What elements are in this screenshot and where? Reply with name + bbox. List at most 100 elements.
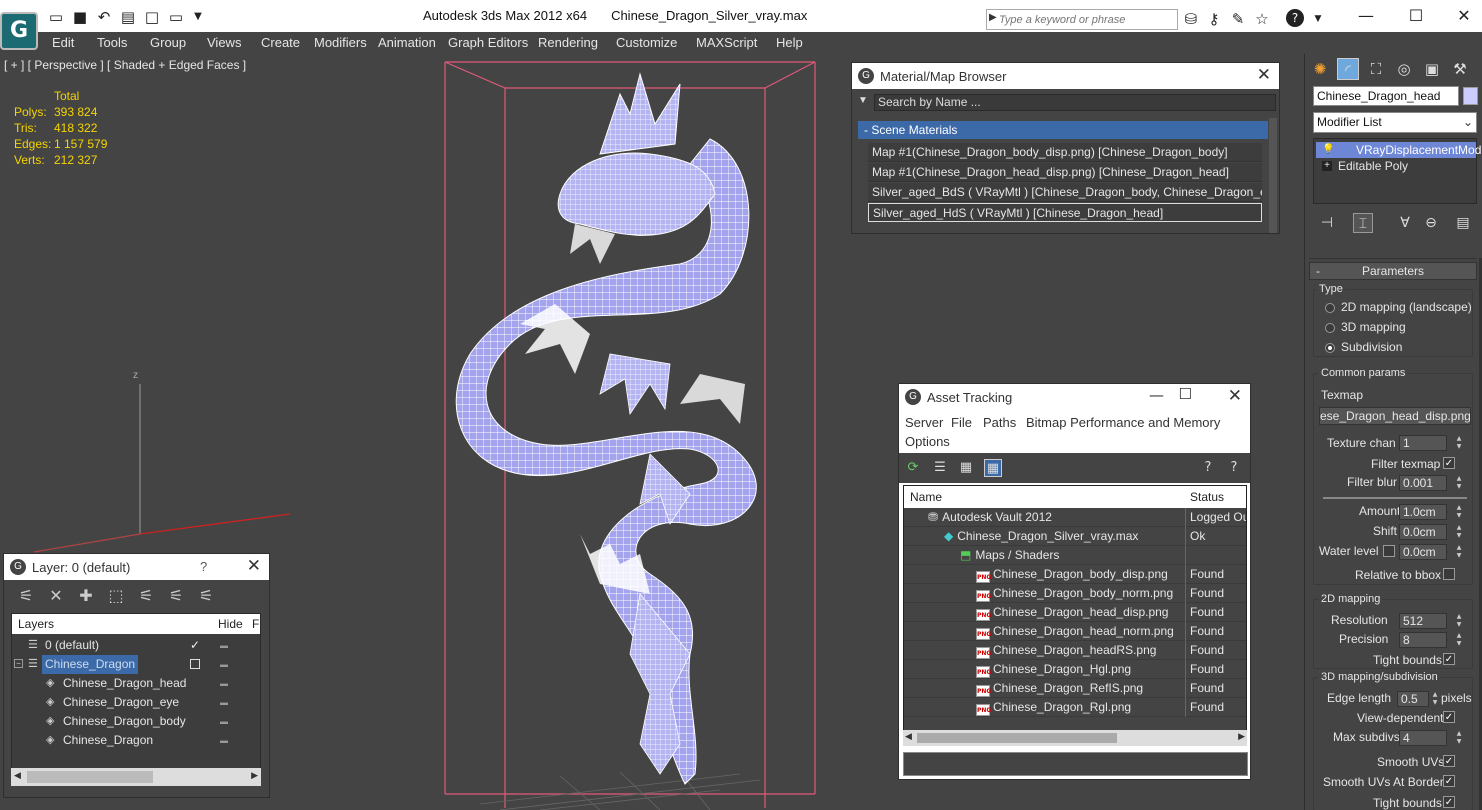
undo-icon[interactable]: ↶ xyxy=(94,8,114,26)
motion-tab-icon[interactable]: ◎ xyxy=(1393,58,1415,80)
spinner-arrows-icon[interactable]: ▲ ▼ xyxy=(1455,730,1463,746)
help-dropdown-icon[interactable]: ▼ xyxy=(1308,9,1328,29)
menu-edit[interactable]: Edit xyxy=(52,35,74,50)
column-freeze[interactable]: F xyxy=(252,617,259,631)
asset-row[interactable]: ⬒ Maps / Shaders xyxy=(904,546,1246,565)
highlight-layer-icon[interactable]: ⚟ xyxy=(136,586,156,606)
spinner-arrows-icon[interactable]: ▲ ▼ xyxy=(1455,544,1463,560)
spinner-arrows-icon[interactable]: ▲ ▼ xyxy=(1455,632,1463,648)
close-icon[interactable]: ✕ xyxy=(1228,386,1242,406)
scroll-thumb[interactable] xyxy=(27,771,153,783)
hide-toggle-icon[interactable]: ▬ xyxy=(220,731,232,750)
asset-row[interactable]: ⛃ Autodesk Vault 2012 Logged Ou xyxy=(904,508,1246,527)
list-view-icon[interactable]: ☰ xyxy=(931,459,949,477)
hide-toggle-icon[interactable]: ▬ xyxy=(220,636,232,655)
filter-texmap-checkbox[interactable]: ✓ xyxy=(1443,457,1455,469)
open-file-icon[interactable]: ▭ xyxy=(46,8,66,26)
quick-access-dropdown-icon[interactable]: ▼ xyxy=(188,8,208,26)
menu-bitmap-performance[interactable]: Bitmap Performance and Memory xyxy=(1026,415,1220,430)
select-objects-icon[interactable]: ⬚ xyxy=(106,586,126,606)
layer-object-row[interactable]: ◈ Chinese_Dragon_body ▬ xyxy=(12,712,260,731)
redo-icon[interactable]: ▭ xyxy=(166,8,186,26)
project-folder-icon[interactable]: ▤ xyxy=(118,8,138,26)
current-layer-check-icon[interactable]: ✓ xyxy=(190,636,200,655)
maximize-icon[interactable]: ☐ xyxy=(1179,385,1192,403)
object-name-field[interactable]: Chinese_Dragon_head xyxy=(1313,86,1459,106)
material-row[interactable]: Map #1(Chinese_Dragon_body_disp.png) [Ch… xyxy=(868,143,1262,162)
spinner-arrows-icon[interactable]: ▲ ▼ xyxy=(1455,435,1463,451)
delete-layer-icon[interactable]: ✕ xyxy=(46,586,66,606)
expand-plus-icon[interactable]: + xyxy=(1322,161,1332,171)
amount-spinner[interactable]: 1.0cm xyxy=(1399,504,1447,520)
communication-center-icon[interactable]: ✎ xyxy=(1228,9,1248,29)
asset-row[interactable]: ◆ Chinese_Dragon_Silver_vray.max Ok xyxy=(904,527,1246,546)
lightbulb-icon[interactable]: 💡 xyxy=(1322,142,1334,158)
scroll-left-icon[interactable]: ◀ xyxy=(14,770,21,781)
view-dependent-checkbox[interactable]: ✓ xyxy=(1443,711,1455,723)
asset-row[interactable]: PNG Chinese_Dragon_Hgl.png Found xyxy=(904,660,1246,679)
table-view-icon[interactable]: ▦ xyxy=(984,459,1002,477)
asset-tracking-titlebar[interactable]: G Asset Tracking — ☐ ✕ xyxy=(899,384,1250,410)
current-layer-toggle-icon[interactable] xyxy=(190,659,200,669)
hide-toggle-icon[interactable]: ▬ xyxy=(220,655,232,674)
texture-chan-spinner[interactable]: 1 xyxy=(1399,435,1447,451)
hide-all-layers-icon[interactable]: ⚟ xyxy=(166,586,186,606)
object-color-swatch[interactable] xyxy=(1463,87,1478,105)
freeze-all-layers-icon[interactable]: ⚟ xyxy=(196,586,216,606)
new-scene-icon[interactable]: □ xyxy=(142,8,162,26)
create-layer-icon[interactable]: ⚟ xyxy=(16,586,36,606)
hide-toggle-icon[interactable]: ▬ xyxy=(220,674,232,693)
asset-row[interactable]: PNG Chinese_Dragon_head_disp.png Found xyxy=(904,603,1246,622)
spinner-arrows-icon[interactable]: ▲ ▼ xyxy=(1455,613,1463,629)
asset-row[interactable]: PNG Chinese_Dragon_headRS.png Found xyxy=(904,641,1246,660)
radio-2d-mapping[interactable] xyxy=(1325,303,1335,313)
layer-list-hscrollbar[interactable]: ◀ ▶ xyxy=(11,768,261,786)
column-status[interactable]: Status xyxy=(1190,490,1224,504)
hierarchy-tab-icon[interactable]: ⛶ xyxy=(1365,58,1387,80)
scroll-right-icon[interactable]: ▶ xyxy=(251,770,258,781)
scroll-thumb[interactable] xyxy=(917,733,1117,743)
scroll-left-icon[interactable]: ◀ xyxy=(905,731,912,742)
edge-length-spinner[interactable]: 0.5 xyxy=(1397,691,1429,707)
add-to-layer-icon[interactable]: ✚ xyxy=(76,586,96,606)
tight-bounds-3d-checkbox[interactable]: ✓ xyxy=(1443,796,1455,808)
layer-manager-titlebar[interactable]: G Layer: 0 (default) ? ✕ xyxy=(4,554,269,580)
minimize-icon[interactable]: — xyxy=(1346,4,1386,28)
help-button[interactable]: ? xyxy=(200,559,207,574)
configure-sets-icon[interactable]: ▤ xyxy=(1453,213,1473,233)
app-logo-icon[interactable]: G xyxy=(0,12,38,50)
display-tab-icon[interactable]: ▣ xyxy=(1421,58,1443,80)
asset-row[interactable]: PNG Chinese_Dragon_RefIS.png Found xyxy=(904,679,1246,698)
menu-file[interactable]: File xyxy=(951,415,972,430)
asset-row[interactable]: PNG Chinese_Dragon_body_norm.png Found xyxy=(904,584,1246,603)
binoculars-icon[interactable]: ⛁ xyxy=(1181,9,1201,29)
scene-materials-group[interactable]: - Scene Materials xyxy=(858,121,1268,139)
remove-modifier-icon[interactable]: ⊖ xyxy=(1421,213,1441,233)
radio-3d-mapping[interactable] xyxy=(1325,323,1335,333)
close-icon[interactable]: ✕ xyxy=(1257,65,1271,85)
menu-animation[interactable]: Animation xyxy=(378,35,436,50)
asset-row[interactable]: PNG Chinese_Dragon_body_disp.png Found xyxy=(904,565,1246,584)
menu-tools[interactable]: Tools xyxy=(97,35,127,50)
material-row[interactable]: Silver_aged_HdS ( VRayMtl ) [Chinese_Dra… xyxy=(868,203,1262,222)
stack-item-vraydisplacementmod[interactable]: 💡 VRayDisplacementMod xyxy=(1316,142,1481,158)
radio-subdivision[interactable] xyxy=(1325,343,1335,353)
resolution-spinner[interactable]: 512 xyxy=(1399,613,1447,629)
layer-object-row[interactable]: ◈ Chinese_Dragon ▬ xyxy=(12,731,260,750)
asset-row[interactable]: PNG Chinese_Dragon_Rgl.png Found xyxy=(904,698,1246,717)
maximize-icon[interactable]: ☐ xyxy=(1396,4,1436,28)
viewport-label[interactable]: [ + ] [ Perspective ] [ Shaded + Edged F… xyxy=(4,58,246,72)
utilities-tab-icon[interactable]: ⚒ xyxy=(1449,58,1471,80)
show-end-result-icon[interactable]: ⌶ xyxy=(1353,213,1373,233)
thumbnail-view-icon[interactable]: ▦ xyxy=(957,459,975,477)
menu-options[interactable]: Options xyxy=(905,434,950,449)
shift-spinner[interactable]: 0.0cm xyxy=(1399,524,1447,540)
spinner-arrows-icon[interactable]: ▲ ▼ xyxy=(1455,504,1463,520)
spinner-arrows-icon[interactable]: ▲ ▼ xyxy=(1431,691,1439,707)
help-icon[interactable]: ? xyxy=(1199,459,1217,477)
filter-blur-spinner[interactable]: 0.001 xyxy=(1399,475,1447,491)
close-icon[interactable]: ✕ xyxy=(247,556,261,576)
water-level-checkbox[interactable] xyxy=(1383,545,1395,557)
refresh-icon[interactable]: ⟳ xyxy=(904,459,922,477)
minimize-icon[interactable]: — xyxy=(1149,386,1164,404)
